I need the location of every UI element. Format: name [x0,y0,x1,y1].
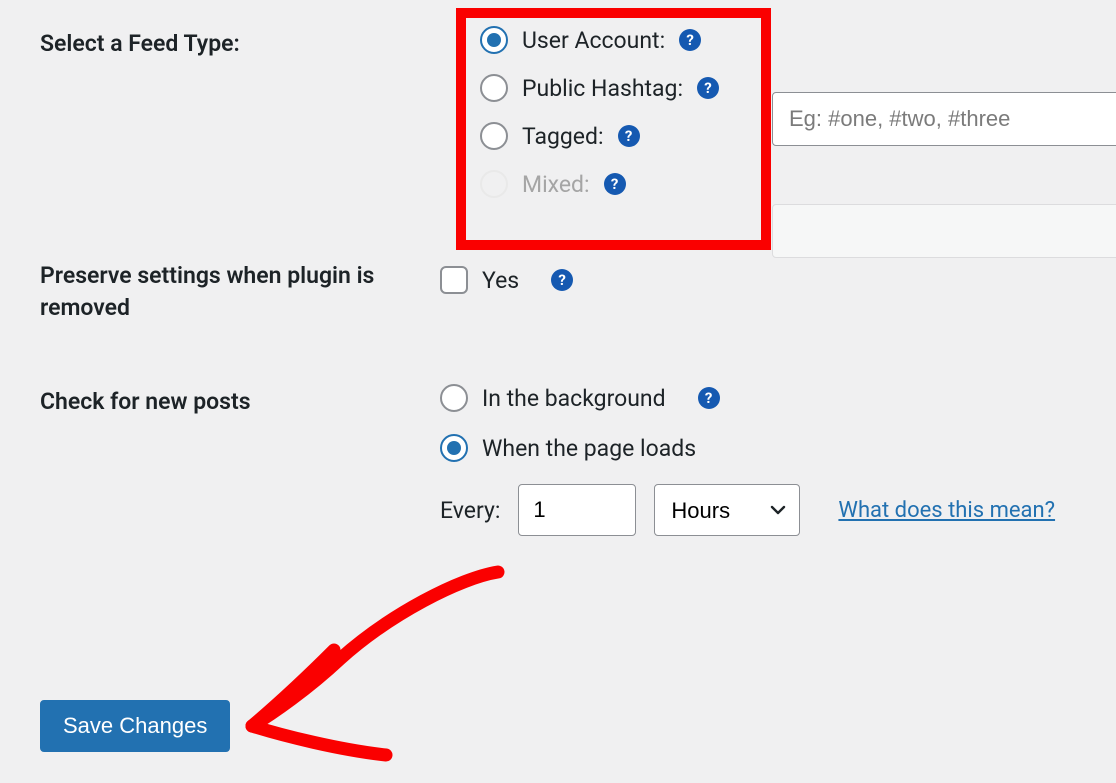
label-preserve: Preserve settings when plugin is removed [40,258,440,324]
every-value-input[interactable] [518,484,636,536]
help-icon[interactable]: ? [604,173,626,195]
feed-option-label: Public Hashtag: [522,75,683,102]
label-feed-type: Select a Feed Type: [40,26,440,60]
help-icon[interactable]: ? [679,29,701,51]
radio-mixed [480,170,508,198]
mixed-input [772,204,1116,258]
annotation-arrow [230,554,530,774]
feed-option-mixed: Mixed: ? [480,170,1076,198]
row-preserve-settings: Preserve settings when plugin is removed… [40,258,1076,324]
preserve-label-yes: Yes [482,267,519,294]
every-label: Every: [440,497,500,524]
radio-page-loads[interactable] [440,434,468,462]
radio-user-account[interactable] [480,26,508,54]
feed-option-label: User Account: [522,27,665,54]
radio-tagged[interactable] [480,122,508,150]
row-feed-type: Select a Feed Type: User Account: ? Publ… [40,26,1076,198]
check-option-page-loads[interactable]: When the page loads [440,434,1076,462]
feed-option-label: Tagged: [522,123,604,150]
feed-option-tagged[interactable]: Tagged: ? [480,122,1076,150]
checkbox-preserve[interactable] [440,266,468,294]
feed-option-user-account[interactable]: User Account: ? [480,26,1076,54]
every-unit-select-wrap[interactable]: Hours [654,484,800,536]
every-unit-select[interactable]: Hours [654,484,800,536]
check-option-label: In the background [482,385,666,412]
radio-background[interactable] [440,384,468,412]
label-check-posts: Check for new posts [40,384,440,418]
every-line: Every: Hours What does this mean? [440,484,1076,536]
save-changes-button[interactable]: Save Changes [40,700,230,752]
field-feed-type: User Account: ? Public Hashtag: ? Tagged… [440,26,1076,198]
check-option-background[interactable]: In the background ? [440,384,1076,412]
help-icon[interactable]: ? [697,77,719,99]
check-option-label: When the page loads [482,435,696,462]
help-icon[interactable]: ? [551,269,573,291]
feed-option-public-hashtag[interactable]: Public Hashtag: ? [480,74,1076,102]
row-check-posts: Check for new posts In the background ? … [40,384,1076,536]
what-does-this-mean-link[interactable]: What does this mean? [838,498,1055,523]
radio-public-hashtag[interactable] [480,74,508,102]
help-icon[interactable]: ? [618,125,640,147]
help-icon[interactable]: ? [698,387,720,409]
field-check-posts: In the background ? When the page loads … [440,384,1076,536]
feed-option-label: Mixed: [522,171,590,198]
field-preserve: Yes ? [440,258,1076,294]
preserve-option-yes[interactable]: Yes ? [440,266,1076,294]
